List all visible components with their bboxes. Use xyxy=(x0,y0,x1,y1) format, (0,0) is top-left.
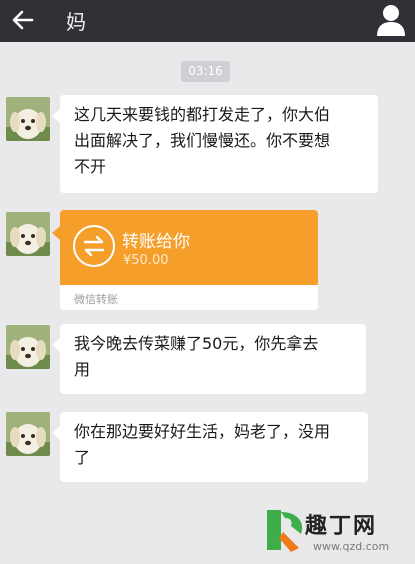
transfer-card-body: 转账给你 ¥50.00 xyxy=(60,210,318,285)
message-line: 这几天来要钱的都打发走了，你大伯 xyxy=(74,105,331,124)
chat-title: 妈 xyxy=(66,10,86,34)
dog-avatar-icon xyxy=(6,412,50,456)
site-watermark: 趣丁网 www.qzd.com xyxy=(261,504,411,560)
avatar[interactable] xyxy=(6,325,50,369)
top-bar: 妈 xyxy=(0,0,415,42)
message-bubble[interactable]: 这几天来要钱的都打发走了，你大伯 出面解决了，我们慢慢还。你不要想 不开 xyxy=(52,95,378,193)
message-line: 了 xyxy=(74,448,91,467)
avatar[interactable] xyxy=(6,97,50,141)
person-icon xyxy=(377,5,405,36)
dog-avatar-icon xyxy=(6,212,50,256)
dog-avatar-icon xyxy=(6,97,50,141)
transfer-amount: ¥50.00 xyxy=(123,253,169,268)
watermark-url: www.qzd.com xyxy=(313,540,390,553)
transfer-arrows-icon xyxy=(73,225,115,267)
arrow-left-icon xyxy=(12,10,34,30)
transfer-bubble-tail xyxy=(52,226,60,240)
avatar[interactable] xyxy=(6,412,50,456)
chat-info-button[interactable] xyxy=(375,3,407,37)
avatar[interactable] xyxy=(6,212,50,256)
message-line: 不开 xyxy=(74,157,107,176)
back-button[interactable] xyxy=(8,5,38,35)
watermark-logo-icon xyxy=(261,504,309,556)
transfer-title: 转账给你 xyxy=(122,232,190,252)
message-line: 用 xyxy=(74,360,91,379)
watermark-text: 趣丁网 xyxy=(305,514,378,539)
message-bubble[interactable]: 你在那边要好好生活，妈老了，没用 了 xyxy=(52,412,368,482)
dog-avatar-icon xyxy=(6,325,50,369)
transfer-card[interactable]: 转账给你 ¥50.00 微信转账 xyxy=(60,210,318,310)
message-line: 你在那边要好好生活，妈老了，没用 xyxy=(74,422,331,441)
message-line: 出面解决了，我们慢慢还。你不要想 xyxy=(74,131,331,150)
transfer-footer-label: 微信转账 xyxy=(74,293,118,306)
message-timestamp: 03:16 xyxy=(181,61,230,82)
message-line: 我今晚去传菜赚了50元，你先拿去 xyxy=(74,334,319,353)
message-bubble[interactable]: 我今晚去传菜赚了50元，你先拿去 用 xyxy=(52,324,366,394)
